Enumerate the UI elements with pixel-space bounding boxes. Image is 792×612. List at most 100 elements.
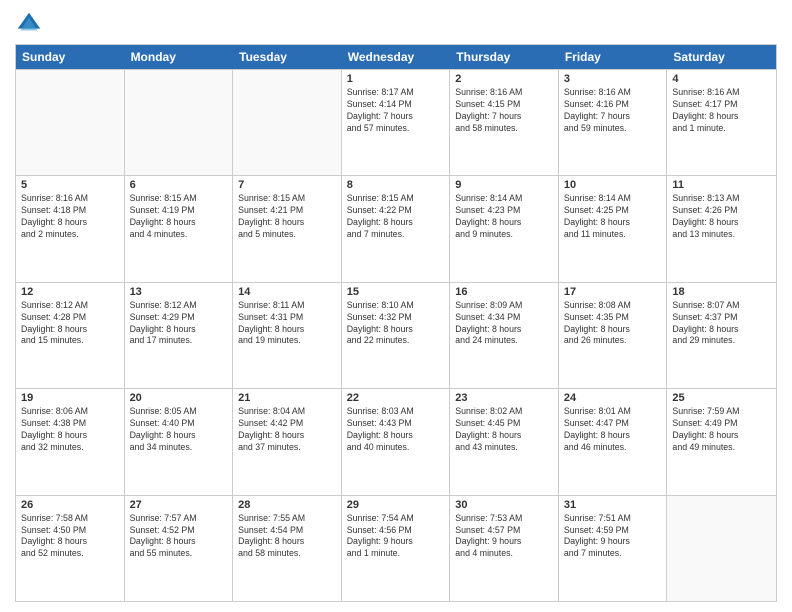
calendar-cell: 24Sunrise: 8:01 AM Sunset: 4:47 PM Dayli… [559,389,668,494]
calendar-cell: 25 Sunrise: 7:59 AM Sunset: 4:49 PM Dayli… [667,389,776,494]
day-number: 19 [21,392,119,404]
day-info: Sunrise: 8:16 AM Sunset: 4:18 PM Dayligh… [21,193,119,241]
day-info: Sunrise: 8:16 AM Sunset: 4:16 PM Dayligh… [564,87,662,135]
day-number: 10 [564,179,662,191]
day-info: Sunrise: 8:08 AM Sunset: 4:35 PM Dayligh… [564,300,662,348]
calendar-cell: 30Sunrise: 7:53 AM Sunset: 4:57 PM Dayli… [450,496,559,601]
calendar-cell: 31 Sunrise: 7:51 AM Sunset: 4:59 PM Dayli… [559,496,668,601]
day-info: Sunrise: 7:54 AM Sunset: 4:56 PM Dayligh… [347,513,445,561]
calendar-row: 5 Sunrise: 8:16 AM Sunset: 4:18 PM Daylig… [16,175,776,281]
day-number: 4 [672,73,771,85]
day-number: 28 [238,499,336,511]
weekday-header: Monday [125,45,234,69]
calendar-cell: 3Sunrise: 8:16 AM Sunset: 4:16 PM Daylig… [559,70,668,175]
calendar-cell: 18Sunrise: 8:07 AM Sunset: 4:37 PM Dayli… [667,283,776,388]
calendar-cell: 23 Sunrise: 8:02 AM Sunset: 4:45 PM Dayli… [450,389,559,494]
calendar-cell: 8 Sunrise: 8:15 AM Sunset: 4:22 PM Daylig… [342,176,451,281]
day-number: 31 [564,499,662,511]
calendar-row: 1 Sunrise: 8:17 AM Sunset: 4:14 PM Daylig… [16,69,776,175]
calendar-cell: 4 Sunrise: 8:16 AM Sunset: 4:17 PM Daylig… [667,70,776,175]
day-info: Sunrise: 8:13 AM Sunset: 4:26 PM Dayligh… [672,193,771,241]
calendar-header: SundayMondayTuesdayWednesdayThursdayFrid… [16,45,776,69]
day-info: Sunrise: 7:59 AM Sunset: 4:49 PM Dayligh… [672,406,771,454]
calendar-cell: 2Sunrise: 8:16 AM Sunset: 4:15 PM Daylig… [450,70,559,175]
calendar-cell: 26 Sunrise: 7:58 AM Sunset: 4:50 PM Dayli… [16,496,125,601]
calendar-cell: 19 Sunrise: 8:06 AM Sunset: 4:38 PM Dayli… [16,389,125,494]
logo-icon [15,10,43,38]
calendar-cell: 29 Sunrise: 7:54 AM Sunset: 4:56 PM Dayli… [342,496,451,601]
calendar-cell: 22Sunrise: 8:03 AM Sunset: 4:43 PM Dayli… [342,389,451,494]
day-number: 6 [130,179,228,191]
header [15,10,777,38]
weekday-header: Friday [559,45,668,69]
day-info: Sunrise: 8:06 AM Sunset: 4:38 PM Dayligh… [21,406,119,454]
calendar-cell: 13Sunrise: 8:12 AM Sunset: 4:29 PM Dayli… [125,283,234,388]
day-number: 14 [238,286,336,298]
day-info: Sunrise: 7:57 AM Sunset: 4:52 PM Dayligh… [130,513,228,561]
calendar-cell [125,70,234,175]
day-info: Sunrise: 8:04 AM Sunset: 4:42 PM Dayligh… [238,406,336,454]
weekday-header: Tuesday [233,45,342,69]
day-number: 20 [130,392,228,404]
calendar: SundayMondayTuesdayWednesdayThursdayFrid… [15,44,777,602]
calendar-cell [233,70,342,175]
day-number: 15 [347,286,445,298]
day-number: 21 [238,392,336,404]
day-info: Sunrise: 7:55 AM Sunset: 4:54 PM Dayligh… [238,513,336,561]
logo [15,10,47,38]
day-info: Sunrise: 8:16 AM Sunset: 4:15 PM Dayligh… [455,87,553,135]
day-number: 5 [21,179,119,191]
day-info: Sunrise: 8:07 AM Sunset: 4:37 PM Dayligh… [672,300,771,348]
day-info: Sunrise: 7:51 AM Sunset: 4:59 PM Dayligh… [564,513,662,561]
calendar-cell: 20 Sunrise: 8:05 AM Sunset: 4:40 PM Dayli… [125,389,234,494]
weekday-header: Thursday [450,45,559,69]
day-number: 29 [347,499,445,511]
day-number: 9 [455,179,553,191]
calendar-cell: 14Sunrise: 8:11 AM Sunset: 4:31 PM Dayli… [233,283,342,388]
day-number: 12 [21,286,119,298]
weekday-header: Wednesday [342,45,451,69]
day-number: 13 [130,286,228,298]
day-number: 24 [564,392,662,404]
day-number: 8 [347,179,445,191]
day-number: 30 [455,499,553,511]
calendar-cell: 7 Sunrise: 8:15 AM Sunset: 4:21 PM Daylig… [233,176,342,281]
calendar-row: 12 Sunrise: 8:12 AM Sunset: 4:28 PM Dayli… [16,282,776,388]
page: SundayMondayTuesdayWednesdayThursdayFrid… [0,0,792,612]
day-number: 27 [130,499,228,511]
calendar-cell: 11 Sunrise: 8:13 AM Sunset: 4:26 PM Dayli… [667,176,776,281]
day-info: Sunrise: 8:16 AM Sunset: 4:17 PM Dayligh… [672,87,771,135]
day-number: 25 [672,392,771,404]
calendar-cell [667,496,776,601]
day-number: 7 [238,179,336,191]
calendar-cell: 1 Sunrise: 8:17 AM Sunset: 4:14 PM Daylig… [342,70,451,175]
calendar-cell: 12 Sunrise: 8:12 AM Sunset: 4:28 PM Dayli… [16,283,125,388]
day-number: 16 [455,286,553,298]
day-info: Sunrise: 8:02 AM Sunset: 4:45 PM Dayligh… [455,406,553,454]
day-number: 1 [347,73,445,85]
calendar-cell: 28 Sunrise: 7:55 AM Sunset: 4:54 PM Dayli… [233,496,342,601]
calendar-cell: 16 Sunrise: 8:09 AM Sunset: 4:34 PM Dayli… [450,283,559,388]
calendar-cell: 21 Sunrise: 8:04 AM Sunset: 4:42 PM Dayli… [233,389,342,494]
calendar-cell: 15 Sunrise: 8:10 AM Sunset: 4:32 PM Dayli… [342,283,451,388]
day-info: Sunrise: 8:14 AM Sunset: 4:25 PM Dayligh… [564,193,662,241]
day-info: Sunrise: 8:15 AM Sunset: 4:19 PM Dayligh… [130,193,228,241]
day-number: 23 [455,392,553,404]
day-info: Sunrise: 7:58 AM Sunset: 4:50 PM Dayligh… [21,513,119,561]
calendar-row: 19 Sunrise: 8:06 AM Sunset: 4:38 PM Dayli… [16,388,776,494]
calendar-row: 26 Sunrise: 7:58 AM Sunset: 4:50 PM Dayli… [16,495,776,601]
day-info: Sunrise: 8:15 AM Sunset: 4:22 PM Dayligh… [347,193,445,241]
day-info: Sunrise: 8:12 AM Sunset: 4:28 PM Dayligh… [21,300,119,348]
calendar-cell: 9Sunrise: 8:14 AM Sunset: 4:23 PM Daylig… [450,176,559,281]
day-info: Sunrise: 8:05 AM Sunset: 4:40 PM Dayligh… [130,406,228,454]
day-info: Sunrise: 8:09 AM Sunset: 4:34 PM Dayligh… [455,300,553,348]
day-number: 22 [347,392,445,404]
weekday-header: Saturday [667,45,776,69]
calendar-cell: 5 Sunrise: 8:16 AM Sunset: 4:18 PM Daylig… [16,176,125,281]
day-number: 11 [672,179,771,191]
day-number: 26 [21,499,119,511]
day-number: 17 [564,286,662,298]
day-info: Sunrise: 8:15 AM Sunset: 4:21 PM Dayligh… [238,193,336,241]
day-info: Sunrise: 8:10 AM Sunset: 4:32 PM Dayligh… [347,300,445,348]
day-info: Sunrise: 8:17 AM Sunset: 4:14 PM Dayligh… [347,87,445,135]
